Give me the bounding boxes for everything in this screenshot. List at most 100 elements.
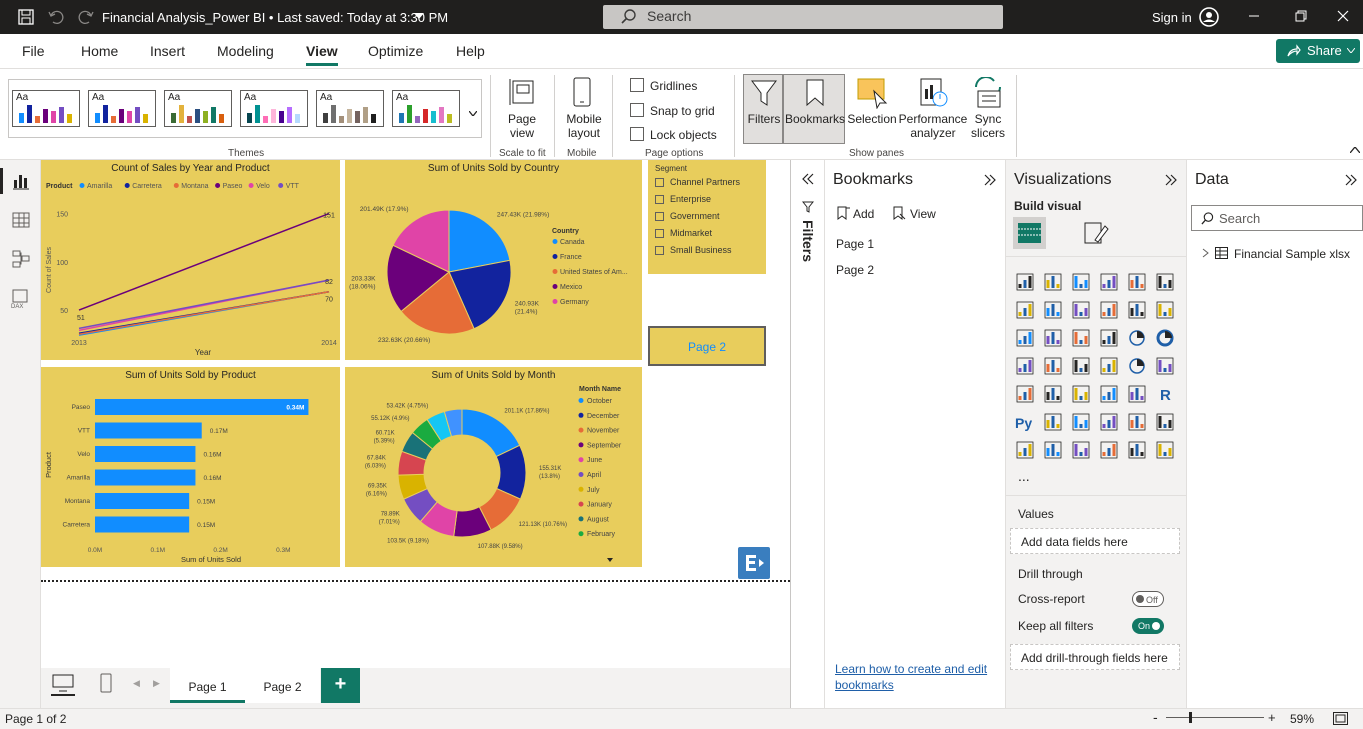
data-table-item[interactable]: Financial Sample xlsx bbox=[1234, 247, 1350, 261]
slicer-icon[interactable] bbox=[1071, 384, 1091, 404]
line-clustered-column-icon[interactable] bbox=[1127, 300, 1147, 320]
page-view-button[interactable]: Page view bbox=[500, 112, 544, 140]
filters-pane-button[interactable]: Filters bbox=[743, 74, 783, 144]
menu-help[interactable]: Help bbox=[456, 43, 485, 59]
segment-slicer[interactable]: Segment Channel Partners Enterprise Govern… bbox=[648, 160, 766, 274]
report-view-icon[interactable] bbox=[12, 172, 30, 190]
restore-icon[interactable] bbox=[1292, 8, 1308, 24]
bar-chart-visual[interactable]: Sum of Units Sold by Product Paseo 0.34M V… bbox=[41, 367, 340, 567]
100-stacked-bar-icon[interactable] bbox=[1127, 272, 1147, 292]
tab-page-1[interactable]: Page 1 bbox=[170, 668, 245, 703]
slicer-checkbox[interactable] bbox=[655, 246, 664, 256]
zoom-slider[interactable] bbox=[1166, 717, 1264, 718]
matrix-icon[interactable] bbox=[1127, 384, 1147, 404]
donut-chart-visual[interactable]: Sum of Units Sold by Month 201.1K (17.86… bbox=[345, 367, 642, 567]
bookmark-item[interactable]: Page 2 bbox=[836, 263, 874, 277]
kpi-icon[interactable] bbox=[1043, 384, 1063, 404]
gridlines-checkbox[interactable] bbox=[630, 78, 644, 92]
menu-optimize[interactable]: Optimize bbox=[368, 43, 423, 59]
stacked-bar-icon[interactable] bbox=[1015, 272, 1035, 292]
collapse-right-icon[interactable] bbox=[1344, 173, 1358, 187]
page-view-icon[interactable] bbox=[508, 77, 538, 107]
add-page-button[interactable]: + bbox=[321, 668, 360, 703]
funnel-icon[interactable] bbox=[1071, 328, 1091, 348]
button-slicer-icon[interactable] bbox=[1071, 440, 1091, 460]
slicer-option[interactable]: Enterprise bbox=[655, 194, 711, 205]
collapse-right-icon[interactable] bbox=[1164, 173, 1178, 187]
map-icon[interactable] bbox=[1043, 356, 1063, 376]
theme-swatch[interactable]: Aa bbox=[164, 90, 232, 127]
view-bookmark-button[interactable]: View bbox=[910, 207, 936, 221]
dax-query-view-icon[interactable]: DAX bbox=[10, 288, 32, 310]
performance-analyzer-button[interactable]: Performance analyzer bbox=[896, 112, 970, 140]
share-button[interactable]: Share bbox=[1276, 39, 1360, 63]
minimize-icon[interactable] bbox=[1246, 8, 1262, 24]
theme-swatch[interactable]: Aa bbox=[12, 90, 80, 127]
model-view-icon[interactable] bbox=[12, 250, 30, 268]
stacked-area-icon[interactable] bbox=[1071, 300, 1091, 320]
sync-slicers-icon[interactable] bbox=[972, 77, 1004, 109]
clustered-column-icon[interactable] bbox=[1099, 272, 1119, 292]
stacked-column-icon[interactable] bbox=[1043, 272, 1063, 292]
goals-icon[interactable] bbox=[1155, 412, 1175, 432]
page2-nav-button[interactable]: Page 2 bbox=[648, 326, 766, 366]
collapse-right-icon[interactable] bbox=[983, 173, 997, 187]
python-visual-icon[interactable]: Py bbox=[1015, 412, 1035, 432]
chevron-right-icon[interactable] bbox=[1202, 248, 1210, 258]
tab-page-2[interactable]: Page 2 bbox=[245, 668, 320, 703]
power-apps-icon[interactable] bbox=[1127, 440, 1147, 460]
line-stacked-column-icon[interactable] bbox=[1155, 300, 1175, 320]
undo-icon[interactable] bbox=[48, 9, 64, 25]
line-chart-visual[interactable]: Count of Sales by Year and Product Produ… bbox=[41, 160, 340, 360]
menu-modeling[interactable]: Modeling bbox=[217, 43, 274, 59]
build-visual-tab[interactable] bbox=[1013, 217, 1046, 249]
pie-chart-visual[interactable]: Sum of Units Sold by Country 247.43K (21… bbox=[345, 160, 642, 360]
slicer-option[interactable]: Government bbox=[655, 211, 720, 222]
decomposition-tree-icon[interactable] bbox=[1071, 412, 1091, 432]
scatter-icon[interactable] bbox=[1099, 328, 1119, 348]
slicer-option[interactable]: Midmarket bbox=[655, 228, 712, 239]
lock-objects-checkbox[interactable] bbox=[630, 127, 644, 141]
export-icon[interactable] bbox=[738, 547, 770, 579]
line-chart-icon[interactable] bbox=[1015, 300, 1035, 320]
menu-insert[interactable]: Insert bbox=[150, 43, 185, 59]
filters-pane-collapsed[interactable]: Filters bbox=[790, 160, 824, 708]
values-dropzone[interactable]: Add data fields here bbox=[1010, 528, 1180, 554]
theme-swatch[interactable]: Aa bbox=[316, 90, 384, 127]
sign-in-link[interactable]: Sign in bbox=[1152, 10, 1192, 25]
area-chart-icon[interactable] bbox=[1043, 300, 1063, 320]
paginated-report-icon[interactable] bbox=[1015, 440, 1035, 460]
clustered-bar-icon[interactable] bbox=[1071, 272, 1091, 292]
zoom-in-button[interactable]: + bbox=[1268, 710, 1276, 725]
narrative-icon[interactable] bbox=[1127, 412, 1147, 432]
menu-view[interactable]: View bbox=[306, 43, 338, 59]
selection-button[interactable]: Selection bbox=[846, 112, 898, 126]
treemap-icon[interactable] bbox=[1015, 356, 1035, 376]
100-stacked-area-icon[interactable] bbox=[1099, 300, 1119, 320]
learn-bookmarks-link[interactable]: Learn how to create and edit bookmarks bbox=[835, 661, 1000, 693]
cross-report-toggle[interactable]: Off bbox=[1132, 591, 1164, 607]
zoom-slider-thumb[interactable] bbox=[1189, 712, 1192, 723]
slicer-checkbox[interactable] bbox=[655, 212, 664, 222]
power-automate-icon[interactable] bbox=[1099, 440, 1119, 460]
desktop-view-icon[interactable] bbox=[52, 674, 74, 692]
table-icon[interactable] bbox=[1099, 384, 1119, 404]
zoom-out-button[interactable]: - bbox=[1153, 709, 1158, 725]
slicer-checkbox[interactable] bbox=[655, 178, 664, 188]
azure-map-icon[interactable] bbox=[1099, 356, 1119, 376]
save-icon[interactable] bbox=[18, 9, 34, 25]
performance-analyzer-icon[interactable] bbox=[918, 77, 950, 109]
collapse-ribbon-icon[interactable] bbox=[1350, 147, 1360, 153]
sync-slicers-button[interactable]: Sync slicers bbox=[960, 112, 1016, 140]
theme-swatch[interactable]: Aa bbox=[240, 90, 308, 127]
next-page-icon[interactable]: ▶ bbox=[153, 678, 160, 689]
gauge-icon[interactable] bbox=[1127, 356, 1147, 376]
close-icon[interactable] bbox=[1335, 8, 1351, 24]
more-visuals-icon[interactable] bbox=[1155, 440, 1175, 460]
user-avatar-icon[interactable] bbox=[1199, 7, 1219, 27]
card-new-icon[interactable] bbox=[1043, 440, 1063, 460]
prev-page-icon[interactable]: ◀ bbox=[133, 678, 140, 689]
100-stacked-column-icon[interactable] bbox=[1155, 272, 1175, 292]
themes-expand-icon[interactable] bbox=[469, 111, 477, 116]
document-title[interactable]: Financial Analysis_Power BI • Last saved… bbox=[102, 10, 448, 25]
